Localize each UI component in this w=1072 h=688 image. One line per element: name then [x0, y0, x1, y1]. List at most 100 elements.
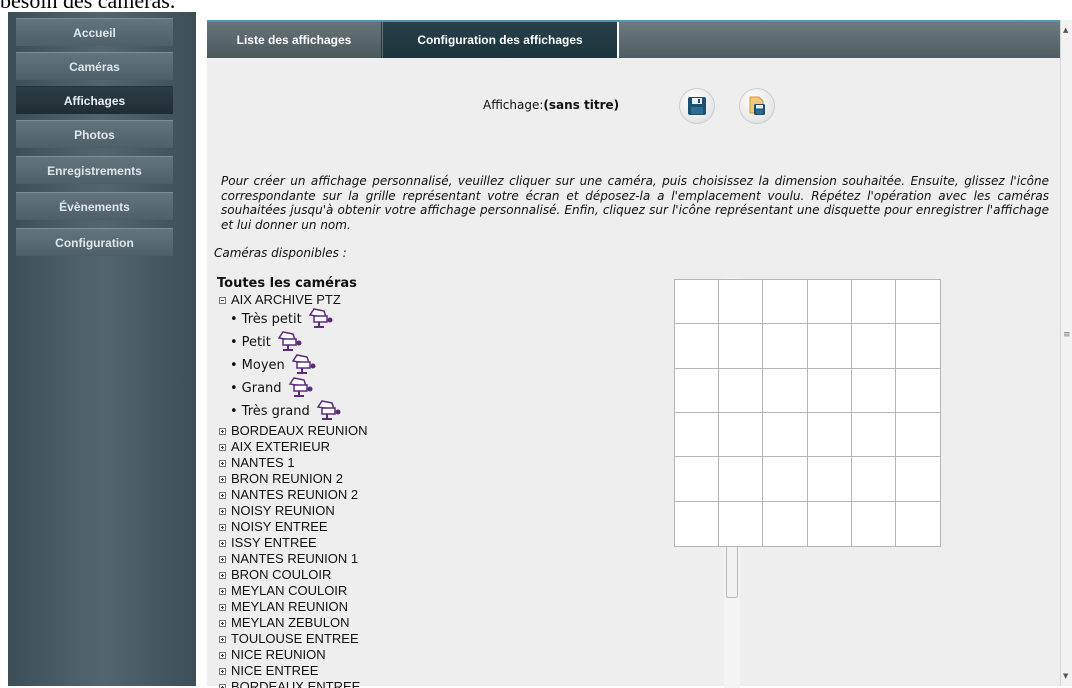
size-label: Grand — [242, 381, 282, 396]
tree-node-expanded[interactable]: AIX ARCHIVE PTZ — [217, 292, 517, 308]
grid-cell[interactable] — [675, 324, 719, 368]
expand-icon[interactable] — [219, 460, 226, 467]
tree-node-camera[interactable]: BRON COULOIR — [217, 567, 517, 583]
expand-icon[interactable] — [219, 652, 226, 659]
grid-cell[interactable] — [719, 502, 763, 546]
grid-cell[interactable] — [719, 369, 763, 413]
grid-cell[interactable] — [896, 413, 940, 457]
size-label: Très grand — [242, 404, 310, 419]
grid-cell[interactable] — [763, 369, 807, 413]
tab-liste-des-affichages[interactable]: Liste des affichages — [207, 22, 382, 58]
expand-icon[interactable] — [219, 492, 226, 499]
tree-node-camera[interactable]: BRON REUNION 2 — [217, 471, 517, 487]
expand-icon[interactable] — [219, 620, 226, 627]
save-as-display-button[interactable] — [739, 88, 775, 124]
tree-node-camera[interactable]: MEYLAN COULOIR — [217, 583, 517, 599]
expand-icon[interactable] — [219, 524, 226, 531]
camera-size-option[interactable]: •Moyen — [217, 354, 517, 377]
tree-node-camera[interactable]: AIX EXTERIEUR — [217, 439, 517, 455]
save-display-button[interactable] — [679, 88, 715, 124]
grid-cell[interactable] — [763, 280, 807, 324]
grid-cell[interactable] — [675, 369, 719, 413]
expand-icon[interactable] — [219, 508, 226, 515]
tree-node-camera[interactable]: NOISY REUNION — [217, 503, 517, 519]
tree-node-camera[interactable]: TOULOUSE ENTREE — [217, 631, 517, 647]
tree-node-camera[interactable]: BORDEAUX ENTREE — [217, 679, 517, 688]
grid-cell[interactable] — [675, 502, 719, 546]
camera-icon[interactable] — [316, 399, 342, 425]
grid-cell[interactable] — [852, 369, 896, 413]
grid-cell[interactable] — [719, 413, 763, 457]
tree-node-camera[interactable]: MEYLAN REUNION — [217, 599, 517, 615]
grid-cell[interactable] — [808, 369, 852, 413]
grid-cell[interactable] — [719, 280, 763, 324]
camera-size-option[interactable]: •Grand — [217, 377, 517, 400]
grid-cell[interactable] — [896, 502, 940, 546]
camera-size-option[interactable]: •Petit — [217, 331, 517, 354]
tree-node-camera[interactable]: BORDEAUX REUNION — [217, 423, 517, 439]
grid-cell[interactable] — [763, 502, 807, 546]
expand-icon[interactable] — [219, 572, 226, 579]
grid-cell[interactable] — [852, 457, 896, 501]
grid-cell[interactable] — [852, 413, 896, 457]
grid-cell[interactable] — [808, 324, 852, 368]
sidebar-item-enregistrements[interactable]: Enregistrements — [16, 156, 173, 184]
sidebar-item-affichages[interactable]: Affichages — [16, 86, 173, 114]
sidebar-item-accueil[interactable]: Accueil — [16, 18, 173, 46]
scroll-up-arrow-icon[interactable]: ▲ — [1063, 26, 1068, 34]
expand-icon[interactable] — [219, 476, 226, 483]
grid-cell[interactable] — [896, 369, 940, 413]
sidebar-item-configuration[interactable]: Configuration — [16, 228, 173, 256]
camera-icon[interactable] — [288, 376, 314, 402]
screen-layout-grid[interactable] — [674, 279, 941, 547]
grid-cell[interactable] — [763, 413, 807, 457]
tree-node-camera[interactable]: NOISY ENTREE — [217, 519, 517, 535]
grid-cell[interactable] — [675, 457, 719, 501]
grid-cell[interactable] — [852, 502, 896, 546]
sidebar-item-evenements[interactable]: Évènements — [16, 192, 173, 220]
page-scrollbar[interactable]: ▲ ≡ ▼ — [1060, 20, 1072, 686]
grid-cell[interactable] — [675, 413, 719, 457]
tab-configuration-des-affichages[interactable]: Configuration des affichages — [383, 22, 619, 58]
grid-cell[interactable] — [808, 502, 852, 546]
grid-cell[interactable] — [675, 280, 719, 324]
tree-node-camera[interactable]: MEYLAN ZEBULON — [217, 615, 517, 631]
tree-node-camera[interactable]: ISSY ENTREE — [217, 535, 517, 551]
expand-icon[interactable] — [219, 636, 226, 643]
expand-icon[interactable] — [219, 428, 226, 435]
grid-cell[interactable] — [763, 324, 807, 368]
camera-size-option[interactable]: •Très petit — [217, 308, 517, 331]
grid-cell[interactable] — [896, 457, 940, 501]
expand-icon[interactable] — [219, 604, 226, 611]
grid-cell[interactable] — [896, 280, 940, 324]
camera-size-option[interactable]: •Très grand — [217, 400, 517, 423]
grid-cell[interactable] — [852, 324, 896, 368]
expand-icon[interactable] — [219, 588, 226, 595]
sidebar-item-photos[interactable]: Photos — [16, 120, 173, 148]
grid-cell[interactable] — [719, 457, 763, 501]
expand-icon[interactable] — [219, 668, 226, 675]
sidebar-item-cameras[interactable]: Caméras — [16, 52, 173, 80]
grid-cell[interactable] — [763, 457, 807, 501]
tree-node-camera[interactable]: NICE REUNION — [217, 647, 517, 663]
grid-cell[interactable] — [808, 413, 852, 457]
tree-node-camera[interactable]: NICE ENTREE — [217, 663, 517, 679]
grid-cell[interactable] — [808, 280, 852, 324]
display-label-prefix: Affichage: — [483, 98, 543, 112]
grid-cell[interactable] — [852, 280, 896, 324]
camera-icon[interactable] — [308, 307, 334, 333]
grid-cell[interactable] — [719, 324, 763, 368]
scroll-down-arrow-icon[interactable]: ▼ — [1063, 672, 1068, 680]
tree-node-camera[interactable]: NANTES 1 — [217, 455, 517, 471]
main-panel: Liste des affichages Configuration des a… — [207, 20, 1060, 686]
expand-icon[interactable] — [219, 444, 226, 451]
grid-cell[interactable] — [896, 324, 940, 368]
collapse-icon[interactable] — [219, 297, 226, 304]
tree-node-camera[interactable]: NANTES REUNION 2 — [217, 487, 517, 503]
expand-icon[interactable] — [219, 556, 226, 563]
expand-icon[interactable] — [219, 540, 226, 547]
camera-name: BRON COULOIR — [231, 567, 331, 583]
tree-node-camera[interactable]: NANTES REUNION 1 — [217, 551, 517, 567]
grid-cell[interactable] — [808, 457, 852, 501]
camera-name: MEYLAN COULOIR — [231, 583, 347, 599]
